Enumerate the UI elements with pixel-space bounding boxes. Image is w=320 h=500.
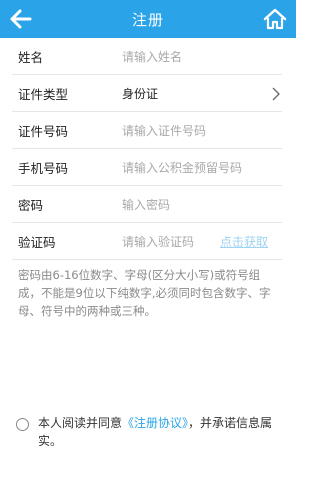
home-icon — [263, 8, 287, 30]
get-code-button[interactable]: 点击获取 — [220, 233, 268, 250]
password-row: 密码 输入密码 — [0, 186, 296, 223]
chevron-right-icon[interactable] — [272, 87, 280, 101]
code-row: 验证码 请输入验证码 点击获取 — [0, 223, 296, 260]
id-number-row: 证件号码 请输入证件号码 — [0, 112, 296, 149]
back-button[interactable] — [8, 7, 34, 31]
phone-label: 手机号码 — [18, 161, 69, 176]
agreement-text: 本人阅读并同意《注册协议》，并承诺信息属实。 — [38, 414, 282, 450]
id-type-value[interactable]: 身份证 — [122, 85, 158, 102]
name-input[interactable]: 请输入姓名 — [122, 48, 182, 65]
arrow-left-icon — [10, 9, 32, 29]
id-type-row[interactable]: 证件类型 身份证 — [0, 75, 296, 112]
register-form: 姓名 请输入姓名 证件类型 身份证 证件号码 请输入证件号码 手机号码 请输入公… — [0, 38, 296, 260]
phone-row: 手机号码 请输入公积金预留号码 — [0, 149, 296, 186]
id-number-label: 证件号码 — [18, 124, 69, 139]
password-hint: 密码由6-16位数字、字母(区分大小写)或符号组成，不能是9位以下纯数字,必须同… — [18, 268, 271, 318]
password-input[interactable]: 输入密码 — [122, 196, 170, 213]
id-type-label: 证件类型 — [18, 87, 69, 102]
name-row: 姓名 请输入姓名 — [0, 38, 296, 75]
id-number-input[interactable]: 请输入证件号码 — [122, 122, 206, 139]
home-button[interactable] — [262, 6, 288, 32]
code-input[interactable]: 请输入验证码 — [122, 233, 194, 250]
page-title: 注册 — [131, 10, 164, 29]
password-label: 密码 — [18, 198, 44, 213]
code-label: 验证码 — [18, 235, 56, 250]
agreement: 本人阅读并同意《注册协议》，并承诺信息属实。 — [16, 414, 282, 450]
app-header: 注册 — [0, 0, 296, 38]
agreement-link[interactable]: 《注册协议》 — [122, 416, 188, 430]
name-label: 姓名 — [18, 50, 44, 65]
agreement-prefix: 本人阅读并同意 — [38, 416, 123, 430]
phone-input[interactable]: 请输入公积金预留号码 — [122, 159, 242, 176]
agree-radio[interactable] — [16, 418, 29, 431]
